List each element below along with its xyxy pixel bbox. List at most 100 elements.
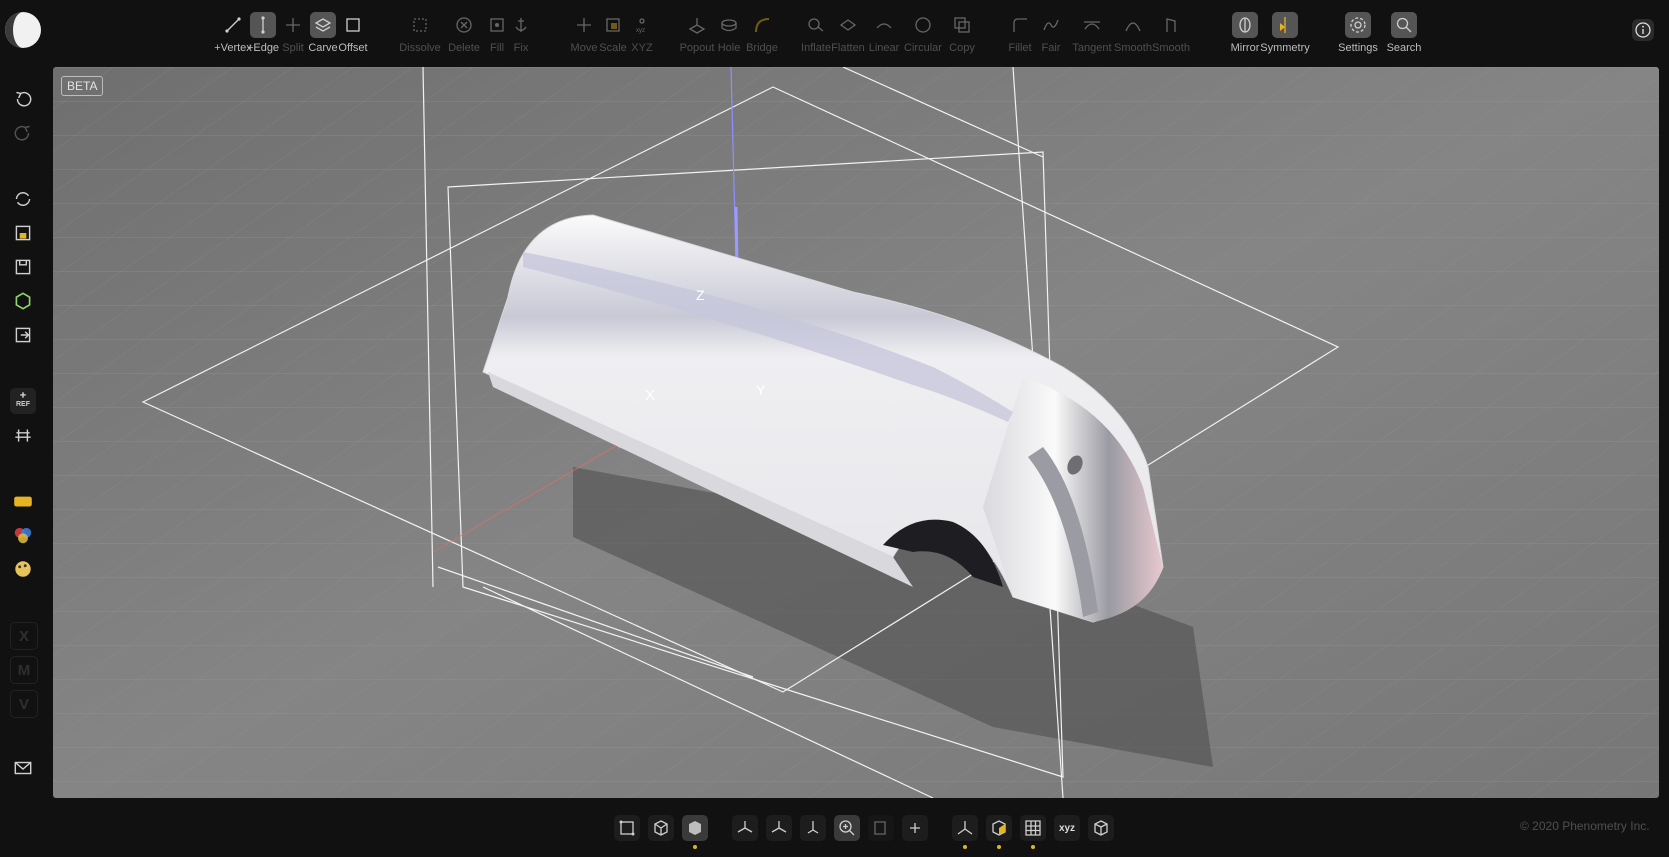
view-select-vertices-button[interactable]: [614, 815, 640, 841]
axes-icon: [957, 821, 973, 835]
sidebar-save-button[interactable]: [10, 254, 36, 280]
tool-bridge-button[interactable]: Bridge: [732, 12, 792, 58]
sidebar-v-key-button[interactable]: V: [10, 690, 38, 718]
view-xyz-toggle-button[interactable]: xyz: [1054, 815, 1080, 841]
view-add-point-button[interactable]: [902, 815, 928, 841]
tool-smooth-button[interactable]: Smooth: [1141, 12, 1201, 58]
solid-cube-icon: [689, 821, 701, 835]
tool-label: Fix: [513, 42, 529, 54]
tool-icon: [749, 12, 775, 38]
app-logo[interactable]: [3, 10, 43, 50]
half-moon-logo-icon: [5, 12, 41, 48]
sidebar-palette-button[interactable]: [10, 556, 36, 582]
save-icon: [15, 259, 31, 275]
circular-icon: [915, 17, 931, 33]
tool-label: Bridge: [746, 42, 778, 54]
copy-icon: [954, 17, 970, 33]
zoom-icon: [839, 820, 855, 836]
sidebar-ref-plane-button[interactable]: [10, 422, 36, 448]
tool-copy-button[interactable]: Copy: [932, 12, 992, 58]
view-solid-cube-button[interactable]: [682, 815, 708, 841]
beta-badge: BETA: [61, 76, 104, 96]
tool-icon: [949, 12, 975, 38]
grid-icon: [1025, 820, 1041, 836]
tool-label: Copy: [949, 42, 975, 54]
sidebar-export-3d-button[interactable]: [10, 288, 36, 314]
x-axis-label: X: [645, 387, 655, 404]
smooth-surface-icon: [1166, 18, 1176, 32]
shaded-box-icon: [992, 820, 1006, 836]
add-point-icon: [910, 823, 920, 833]
view-view-x-button[interactable]: [732, 815, 758, 841]
bridge-icon: [755, 18, 770, 33]
material-swatch-icon: [14, 496, 32, 507]
ref-plane-icon: [15, 429, 31, 442]
reload-icon: [15, 192, 31, 206]
view-section-view-button[interactable]: [868, 815, 894, 841]
copyright-text: © 2020 Phenometry Inc.: [1520, 819, 1650, 833]
sidebar-undo-button[interactable]: [10, 86, 36, 112]
linear-icon: [876, 23, 892, 29]
tool-label: Fair: [1041, 42, 1061, 54]
tool-search-button[interactable]: Search: [1374, 12, 1434, 58]
import-icon: [15, 225, 31, 241]
tool-symmetry-button[interactable]: Symmetry: [1255, 12, 1315, 58]
exit-icon: [15, 327, 31, 343]
view-x-icon: [737, 821, 753, 833]
dissolve-icon: [413, 18, 427, 32]
search-icon: [1396, 17, 1412, 33]
3d-viewport[interactable]: Z X Y: [53, 67, 1659, 798]
tangent-icon: [1084, 21, 1100, 30]
sidebar-mail-button[interactable]: [10, 755, 36, 781]
tool-icon: [1158, 12, 1184, 38]
info-button[interactable]: [1632, 19, 1654, 41]
fair-icon: [1043, 19, 1059, 31]
y-axis-label: Y: [756, 382, 766, 398]
sidebar-redo-button[interactable]: [10, 120, 36, 146]
sidebar-import-button[interactable]: [10, 220, 36, 246]
sidebar-exit-button[interactable]: [10, 322, 36, 348]
active-indicator-dot: [963, 845, 967, 849]
x-key-icon: X: [18, 627, 29, 645]
mail-icon: [14, 761, 32, 775]
view-view-y-button[interactable]: [766, 815, 792, 841]
info-icon: [1635, 22, 1651, 38]
tool-label: Search: [1386, 42, 1422, 54]
sidebar-m-key-button[interactable]: M: [10, 656, 38, 684]
v-key-icon: V: [18, 695, 29, 713]
view-z-icon: [807, 821, 819, 834]
gear-icon: [1350, 17, 1366, 33]
view-wireframe-cube-button[interactable]: [648, 815, 674, 841]
active-indicator-dot: [693, 845, 697, 849]
sidebar-material-swatch-button[interactable]: [10, 488, 36, 514]
view-reference-box-button[interactable]: [1088, 815, 1114, 841]
reference-box-icon: [1094, 820, 1108, 836]
sidebar-x-key-button[interactable]: X: [10, 622, 38, 650]
tool-icon: [340, 12, 366, 38]
tool-label: XYZ: [631, 42, 653, 54]
view-grid-button[interactable]: [1020, 815, 1046, 841]
smooth-curve-icon: [1125, 22, 1141, 32]
view-zoom-button[interactable]: [834, 815, 860, 841]
color-wheel-icon: [14, 527, 32, 544]
tool-fix-button[interactable]: Fix: [491, 12, 551, 58]
tool-offset-button[interactable]: Offset: [323, 12, 383, 58]
tool-icon: [508, 12, 534, 38]
tool-icon: xyz: [629, 12, 655, 38]
view-shaded-box-button[interactable]: [986, 815, 1012, 841]
view-view-z-button[interactable]: [800, 815, 826, 841]
redo-icon: [14, 125, 30, 141]
tool-icon: [1391, 12, 1417, 38]
m-key-icon: M: [17, 661, 31, 679]
tool-icon: [1272, 12, 1298, 38]
tool-xyz-button[interactable]: xyz XYZ: [612, 12, 672, 58]
tool-icon: [1079, 12, 1105, 38]
view-axes-button[interactable]: [952, 815, 978, 841]
sidebar-color-wheel-button[interactable]: [10, 522, 36, 548]
tool-icon: [407, 12, 433, 38]
offset-icon: [346, 18, 360, 32]
sidebar-reload-button[interactable]: [10, 186, 36, 212]
xyz-icon: xyz: [636, 18, 645, 34]
tool-icon: [1345, 12, 1371, 38]
sidebar-add-ref-button[interactable]: REF: [10, 388, 36, 414]
